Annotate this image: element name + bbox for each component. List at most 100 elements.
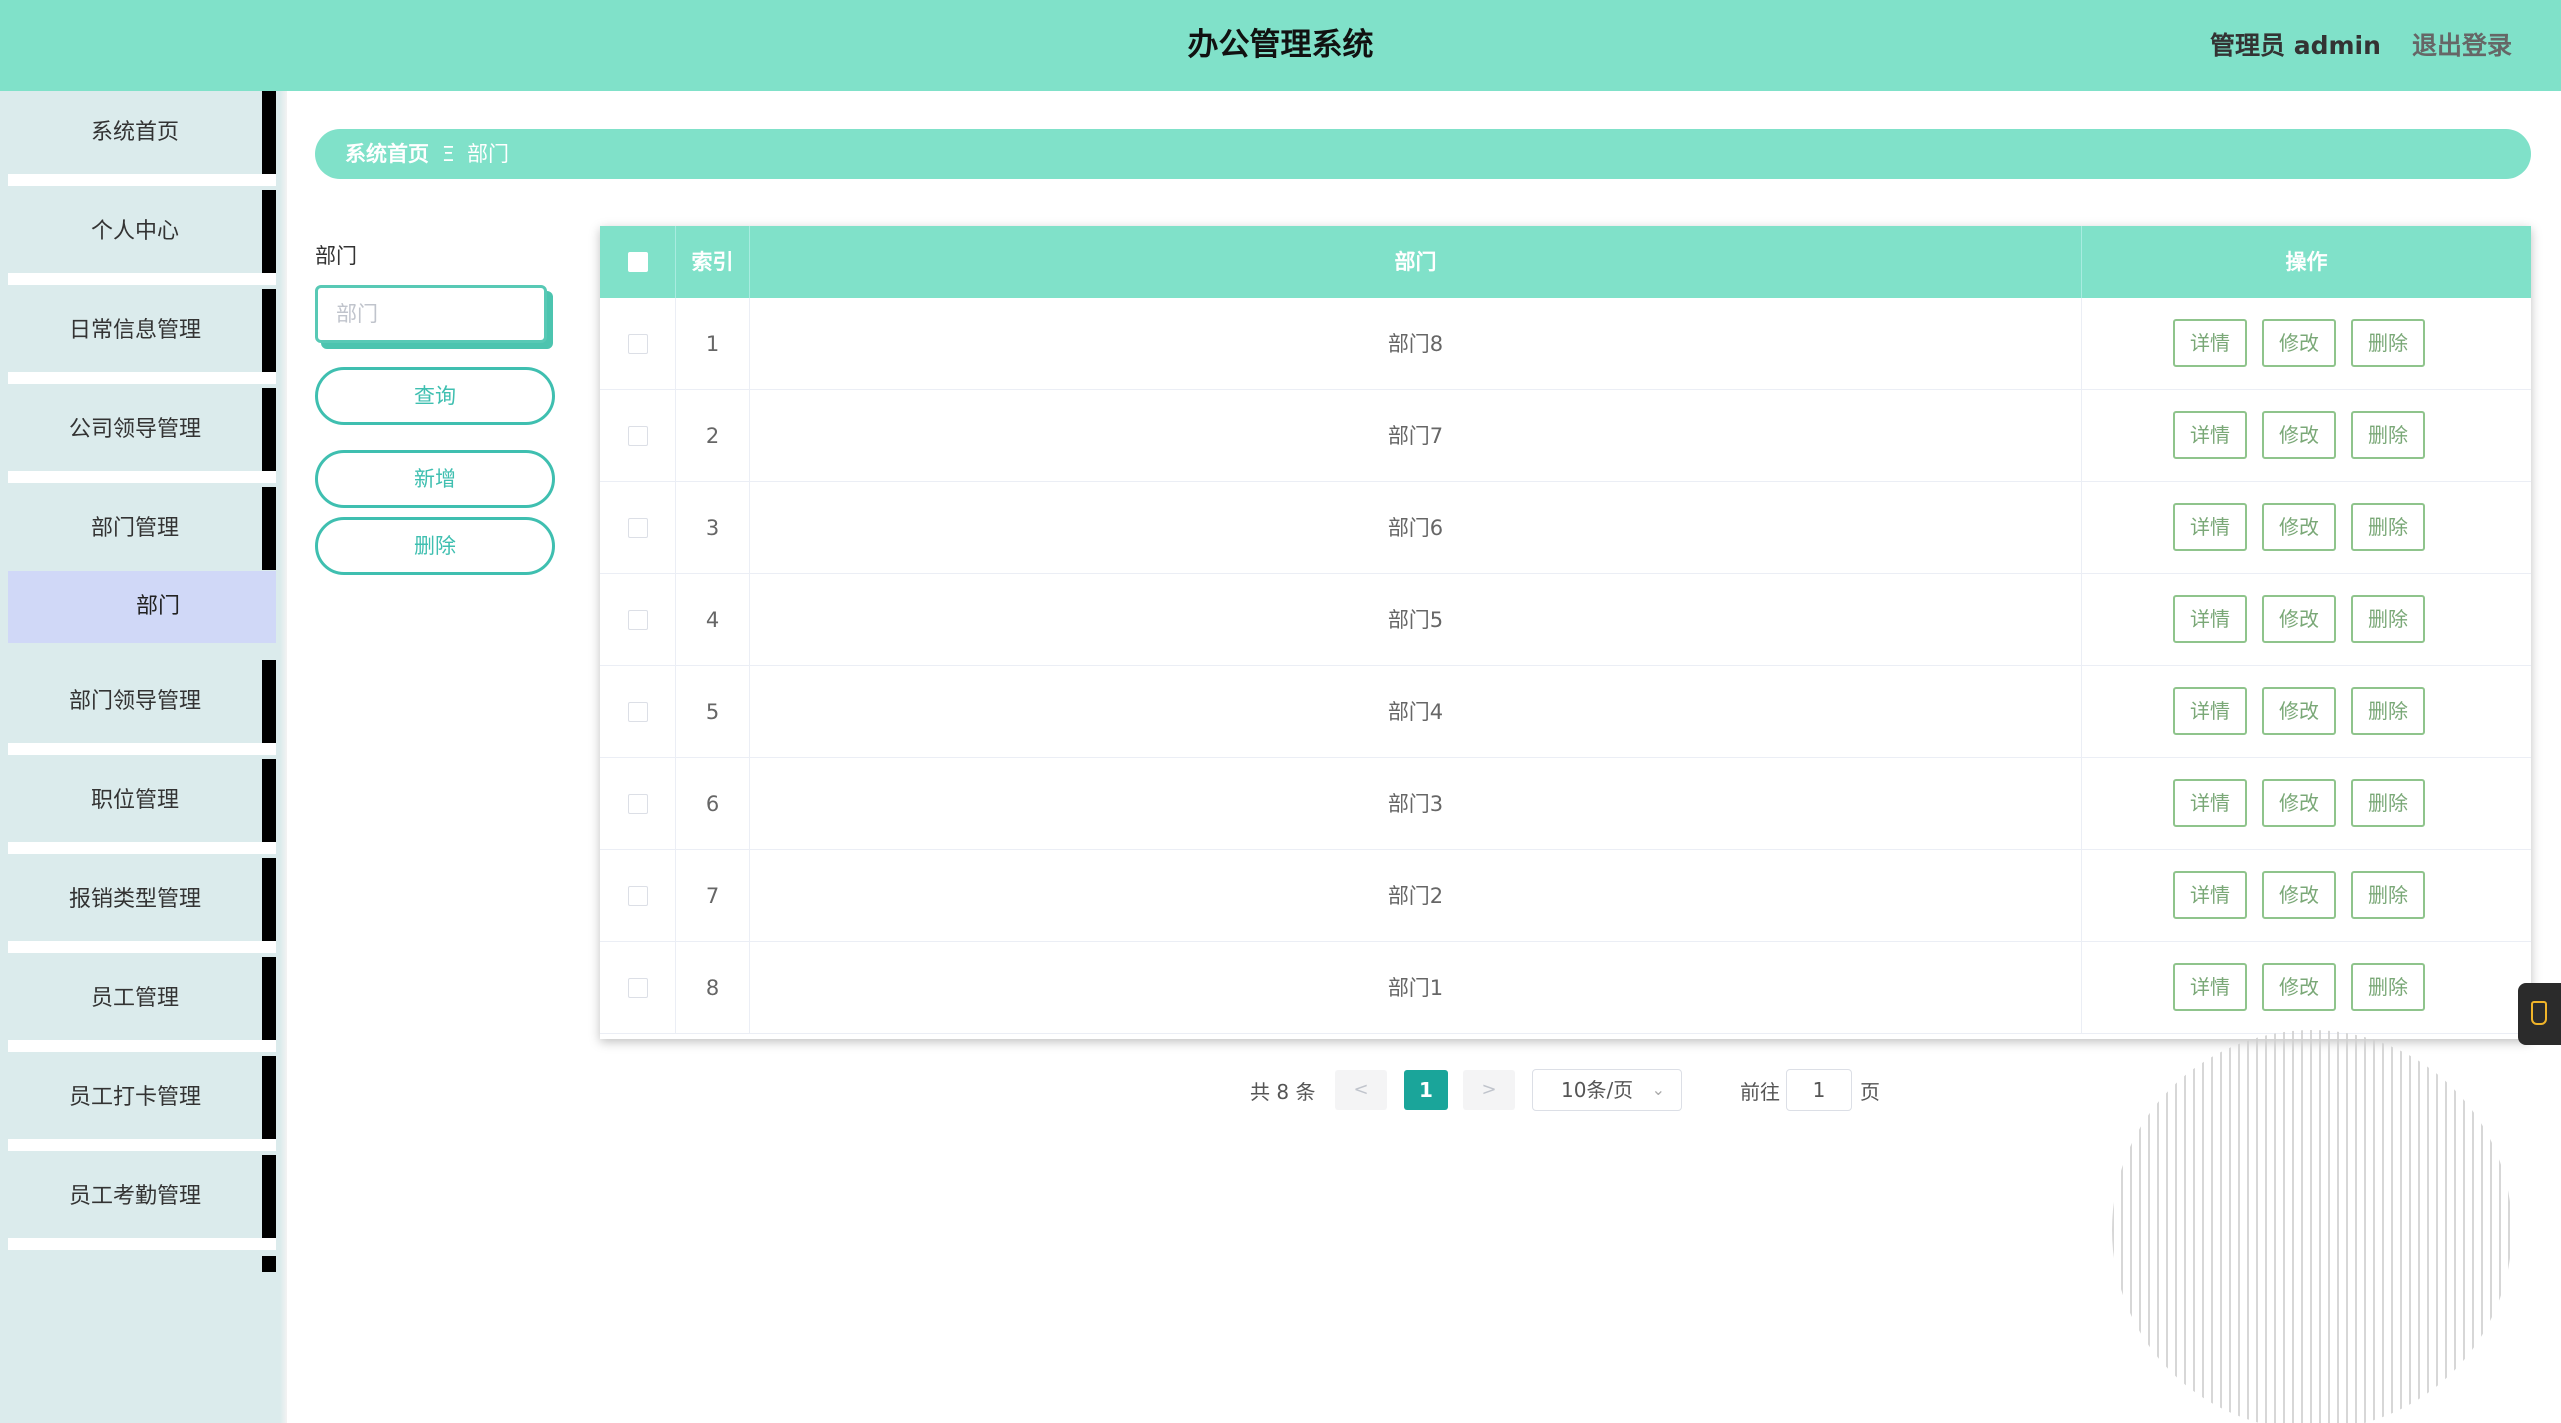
edit-button[interactable]: 修改	[2262, 687, 2336, 735]
table-row: 8 部门1 详情 修改 删除	[600, 942, 2531, 1034]
edit-button[interactable]: 修改	[2262, 319, 2336, 367]
table-row: 3 部门6 详情 修改 删除	[600, 482, 2531, 574]
row-department: 部门1	[750, 942, 2082, 1034]
detail-button[interactable]: 详情	[2173, 319, 2247, 367]
sidebar-item-divider	[8, 174, 276, 186]
delete-button[interactable]: 删除	[2351, 963, 2425, 1011]
row-department: 部门5	[750, 574, 2082, 666]
row-checkbox[interactable]	[628, 610, 648, 630]
sidebar-item-bar	[262, 858, 276, 941]
edit-button[interactable]: 修改	[2262, 503, 2336, 551]
breadcrumb: 系统首页 Ξ 部门	[315, 129, 2531, 179]
sidebar-item-clock-in[interactable]: 员工打卡管理	[8, 1056, 278, 1151]
add-button[interactable]: 新增	[315, 450, 555, 508]
delete-button[interactable]: 删除	[2351, 779, 2425, 827]
row-checkbox[interactable]	[628, 334, 648, 354]
row-index: 1	[676, 298, 750, 390]
sidebar-item-company-leaders[interactable]: 公司领导管理	[8, 388, 278, 483]
sidebar-item-bar	[262, 190, 276, 273]
pagination-prev-button[interactable]: <	[1335, 1070, 1387, 1110]
row-select-cell	[600, 758, 676, 850]
row-select-cell	[600, 850, 676, 942]
row-checkbox[interactable]	[628, 886, 648, 906]
sidebar-item-bar	[262, 957, 276, 1040]
decorative-striped-circle	[2112, 1030, 2512, 1423]
table-row: 6 部门3 详情 修改 删除	[600, 758, 2531, 850]
sidebar-item-divider	[8, 471, 276, 483]
select-all-checkbox[interactable]	[628, 252, 648, 272]
breadcrumb-home[interactable]: 系统首页	[345, 129, 429, 179]
row-department: 部门3	[750, 758, 2082, 850]
row-actions: 详情 修改 删除	[2082, 298, 2531, 390]
detail-button[interactable]: 详情	[2173, 779, 2247, 827]
edit-button[interactable]: 修改	[2262, 411, 2336, 459]
row-checkbox[interactable]	[628, 978, 648, 998]
sidebar-item-bar	[262, 1056, 276, 1139]
sidebar-tail-bar	[262, 1256, 276, 1272]
detail-button[interactable]: 详情	[2173, 963, 2247, 1011]
sidebar-subitem-department[interactable]: 部门	[8, 571, 276, 643]
edit-button[interactable]: 修改	[2262, 595, 2336, 643]
sidebar-item-department-leaders[interactable]: 部门领导管理	[8, 660, 278, 755]
sidebar-item-attendance[interactable]: 员工考勤管理	[8, 1155, 278, 1250]
logout-button[interactable]: 退出登录	[2412, 0, 2512, 91]
sidebar-item-label: 部门管理	[90, 516, 179, 541]
edit-button[interactable]: 修改	[2262, 871, 2336, 919]
detail-button[interactable]: 详情	[2173, 871, 2247, 919]
sidebar-item-divider	[8, 743, 276, 755]
sidebar-item-label: 公司领导管理	[68, 417, 201, 442]
sidebar-item-department-mgmt[interactable]: 部门管理	[8, 487, 278, 570]
query-button[interactable]: 查询	[315, 367, 555, 425]
sidebar-item-employees[interactable]: 员工管理	[8, 957, 278, 1052]
delete-button[interactable]: 删除	[2351, 595, 2425, 643]
sidebar-item-personal-center[interactable]: 个人中心	[8, 190, 278, 285]
detail-button[interactable]: 详情	[2173, 687, 2247, 735]
row-checkbox[interactable]	[628, 518, 648, 538]
row-department: 部门6	[750, 482, 2082, 574]
row-select-cell	[600, 942, 676, 1034]
batch-delete-button[interactable]: 删除	[315, 517, 555, 575]
sidebar-item-daily-info[interactable]: 日常信息管理	[8, 289, 278, 384]
table-row: 5 部门4 详情 修改 删除	[600, 666, 2531, 758]
pagination-goto-input[interactable]	[1786, 1069, 1852, 1111]
row-index: 7	[676, 850, 750, 942]
detail-button[interactable]: 详情	[2173, 595, 2247, 643]
row-actions: 详情 修改 删除	[2082, 574, 2531, 666]
sidebar-item-home[interactable]: 系统首页	[8, 91, 278, 186]
delete-button[interactable]: 删除	[2351, 319, 2425, 367]
row-index: 8	[676, 942, 750, 1034]
row-checkbox[interactable]	[628, 702, 648, 722]
pagination-total: 共 8 条	[1250, 1080, 1316, 1104]
sidebar: 系统首页 个人中心 日常信息管理 公司领导管理 部门管理 部门 部门领导管理 职…	[0, 91, 287, 1423]
pagination-page-current[interactable]: 1	[1404, 1070, 1448, 1110]
sidebar-item-positions[interactable]: 职位管理	[8, 759, 278, 854]
detail-button[interactable]: 详情	[2173, 503, 2247, 551]
row-actions: 详情 修改 删除	[2082, 666, 2531, 758]
detail-button[interactable]: 详情	[2173, 411, 2247, 459]
table-header: 索引 部门 操作	[600, 226, 2531, 298]
row-select-cell	[600, 574, 676, 666]
row-select-cell	[600, 390, 676, 482]
sidebar-item-label: 部门领导管理	[68, 689, 201, 714]
delete-button[interactable]: 删除	[2351, 687, 2425, 735]
page-size-select[interactable]: 10条/页 ⌄	[1532, 1069, 1682, 1111]
sidebar-item-bar	[262, 91, 276, 174]
row-actions: 详情 修改 删除	[2082, 850, 2531, 942]
row-select-cell	[600, 666, 676, 758]
row-checkbox[interactable]	[628, 794, 648, 814]
edit-button[interactable]: 修改	[2262, 779, 2336, 827]
pagination-next-button[interactable]: >	[1463, 1070, 1515, 1110]
delete-button[interactable]: 删除	[2351, 871, 2425, 919]
department-search-input[interactable]	[315, 285, 547, 343]
sidebar-item-divider	[8, 941, 276, 953]
row-index: 6	[676, 758, 750, 850]
delete-button[interactable]: 删除	[2351, 503, 2425, 551]
sidebar-item-label: 员工打卡管理	[68, 1085, 201, 1110]
sidebar-shadow	[280, 91, 287, 1423]
floating-cup-widget[interactable]	[2518, 983, 2561, 1045]
sidebar-item-bar	[262, 759, 276, 842]
sidebar-item-expense-types[interactable]: 报销类型管理	[8, 858, 278, 953]
row-checkbox[interactable]	[628, 426, 648, 446]
edit-button[interactable]: 修改	[2262, 963, 2336, 1011]
delete-button[interactable]: 删除	[2351, 411, 2425, 459]
